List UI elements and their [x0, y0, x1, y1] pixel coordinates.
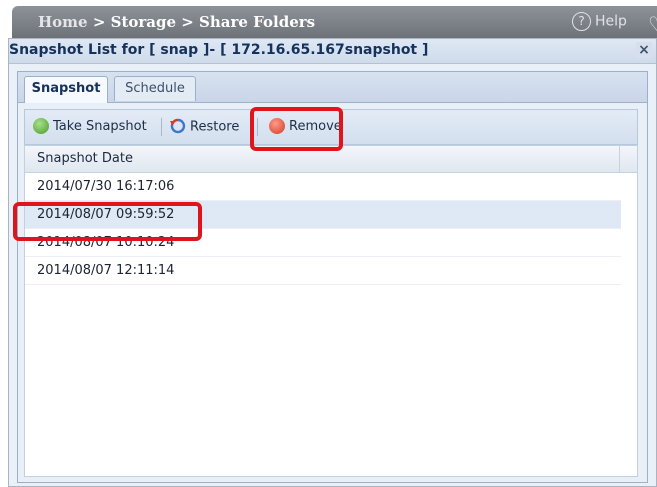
help-label: Help: [595, 13, 627, 30]
help-circle-icon: ?: [572, 12, 591, 31]
table-row[interactable]: 2014/08/07 12:11:14: [25, 257, 621, 285]
tab-snapshot[interactable]: Snapshot: [24, 76, 108, 103]
help-button[interactable]: ? Help: [572, 12, 627, 31]
breadcrumb-storage[interactable]: Storage: [111, 13, 176, 31]
add-circle-icon: [33, 117, 49, 134]
breadcrumb-home[interactable]: Home: [38, 13, 88, 31]
restore-icon: [170, 118, 186, 134]
dialog-title: Snapshot List for [ snap ]- [ 172.16.65.…: [9, 42, 429, 58]
snapshot-list-dialog: Snapshot List for [ snap ]- [ 172.16.65.…: [8, 38, 657, 487]
tab-schedule[interactable]: Schedule: [114, 76, 196, 101]
tab-content: Take Snapshot Restore Remove Snapshot Da…: [18, 103, 647, 482]
restore-button[interactable]: Restore: [169, 118, 239, 137]
heart-icon[interactable]: ♡: [648, 12, 657, 36]
tab-strip: Snapshot Schedule: [18, 72, 647, 103]
take-snapshot-label: Take Snapshot: [53, 119, 147, 134]
breadcrumb-separator: >: [176, 13, 200, 31]
table-row[interactable]: 2014/07/30 16:17:06: [25, 173, 621, 201]
snapshot-grid: Snapshot Date 2014/07/30 16:17:06 2014/0…: [24, 145, 638, 477]
snapshot-date-cell: 2014/08/07 12:11:14: [37, 263, 175, 278]
screen: Home > Storage > Share Folders ? Help ♡ S…: [0, 0, 657, 487]
dialog-titlebar: Snapshot List for [ snap ]- [ 172.16.65.…: [9, 39, 656, 64]
selected-row-highlight-annotation: [13, 202, 202, 241]
top-nav-bar: Home > Storage > Share Folders ? Help ♡: [12, 6, 657, 38]
column-divider: [619, 146, 620, 172]
breadcrumb-separator: >: [87, 13, 111, 31]
remove-highlight-annotation: [250, 107, 343, 151]
breadcrumb-current-page: Share Folders: [199, 13, 316, 31]
toolbar-divider: [161, 118, 162, 136]
close-icon[interactable]: ×: [636, 42, 652, 58]
breadcrumb: Home > Storage > Share Folders: [38, 13, 315, 31]
snapshot-date-cell: 2014/07/30 16:17:06: [37, 179, 175, 194]
column-header-snapshot-date[interactable]: Snapshot Date: [37, 151, 133, 166]
restore-label: Restore: [190, 119, 240, 135]
take-snapshot-button[interactable]: Take Snapshot: [33, 117, 147, 136]
